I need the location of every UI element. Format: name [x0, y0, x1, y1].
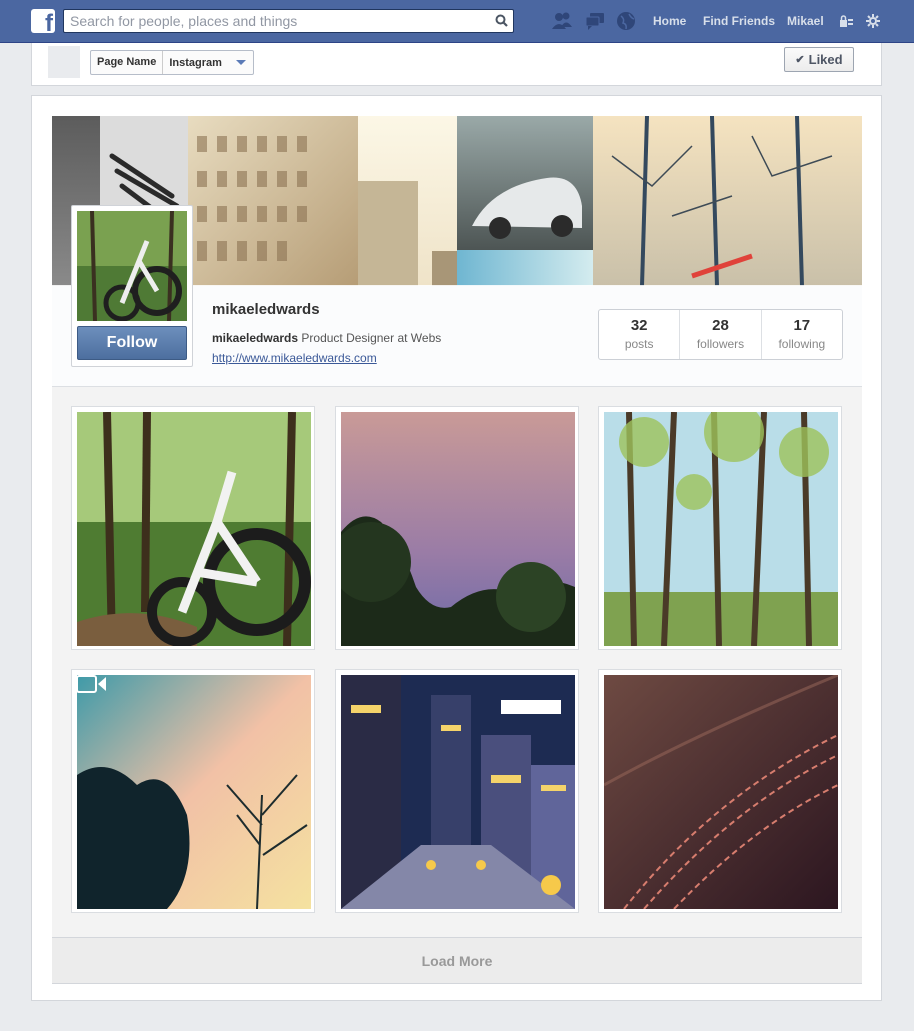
- stat-label: following: [778, 337, 826, 351]
- stat-followers[interactable]: 28 followers: [680, 310, 762, 359]
- stat-label: posts: [624, 337, 654, 351]
- liked-button[interactable]: ✔ Liked: [784, 47, 854, 72]
- privacy-shortcuts-icon[interactable]: [838, 13, 854, 29]
- stat-value: 32: [630, 317, 648, 334]
- stat-posts[interactable]: 32 posts: [599, 310, 681, 359]
- profile-bio: mikaeledwards Product Designer at Webs: [212, 331, 441, 345]
- section-divider: [52, 386, 862, 387]
- page-name-label[interactable]: Page Name: [91, 51, 164, 74]
- stat-value: 17: [793, 317, 811, 334]
- photo-leather-stitching-image: [604, 675, 838, 909]
- photo-tile[interactable]: [335, 406, 579, 650]
- notifications-globe-icon[interactable]: [615, 11, 637, 31]
- nav-find-friends-link[interactable]: Find Friends: [703, 14, 775, 28]
- photo-tile[interactable]: [71, 669, 315, 913]
- settings-gear-icon[interactable]: [866, 14, 880, 28]
- page-header-bar: Page Name Instagram ✔ Liked: [31, 43, 882, 86]
- friend-requests-icon[interactable]: [551, 11, 573, 31]
- search-input[interactable]: [64, 10, 484, 32]
- stat-following[interactable]: 17 following: [762, 310, 842, 359]
- search-icon[interactable]: [495, 14, 508, 27]
- bio-text: Product Designer at Webs: [301, 331, 442, 345]
- profile-website-link[interactable]: http://www.mikaeledwards.com: [212, 351, 377, 365]
- bio-username: mikaeledwards: [212, 331, 299, 345]
- profile-username: mikaeledwards: [212, 301, 320, 318]
- photo-trees-sky-image: [604, 412, 838, 646]
- avatar-bike-image: [77, 211, 187, 321]
- instagram-app-panel: Follow mikaeledwards mikaeledwards Produ…: [31, 95, 882, 1001]
- photo-tile[interactable]: [335, 669, 579, 913]
- page-thumbnail[interactable]: [48, 46, 80, 78]
- profile-stats: 32 posts 28 followers 17 following: [598, 309, 843, 360]
- photo-pink-sky-image: [341, 412, 575, 646]
- photo-sunset-trees-image: [77, 675, 311, 909]
- photo-city-night-image: [341, 675, 575, 909]
- photo-bike-forest-image: [77, 412, 311, 646]
- chevron-down-icon[interactable]: [235, 60, 246, 65]
- app-name-label[interactable]: Instagram: [163, 57, 226, 69]
- follow-button[interactable]: Follow: [77, 326, 187, 360]
- stat-label: followers: [696, 337, 745, 351]
- instagram-profile-container: Follow mikaeledwards mikaeledwards Produ…: [52, 116, 862, 984]
- search-box[interactable]: [63, 9, 514, 33]
- load-more-button[interactable]: Load More: [52, 937, 862, 984]
- video-camera-icon: [77, 675, 106, 693]
- facebook-logo-icon[interactable]: f: [31, 9, 55, 36]
- facebook-top-bar: f Home Find Friends Mikael: [0, 0, 914, 43]
- avatar[interactable]: [77, 211, 187, 321]
- nav-profile-link[interactable]: Mikael: [787, 14, 824, 28]
- checkmark-icon: ✔: [795, 54, 805, 66]
- photo-tile[interactable]: [598, 669, 842, 913]
- stat-value: 28: [712, 317, 729, 334]
- liked-label: Liked: [808, 52, 843, 67]
- photo-tile[interactable]: [598, 406, 842, 650]
- messages-icon[interactable]: [584, 11, 606, 31]
- page-app-breadcrumb[interactable]: Page Name Instagram: [90, 50, 254, 75]
- profile-picture-card: Follow: [71, 205, 193, 367]
- photo-tile[interactable]: [71, 406, 315, 650]
- nav-home-link[interactable]: Home: [653, 14, 686, 28]
